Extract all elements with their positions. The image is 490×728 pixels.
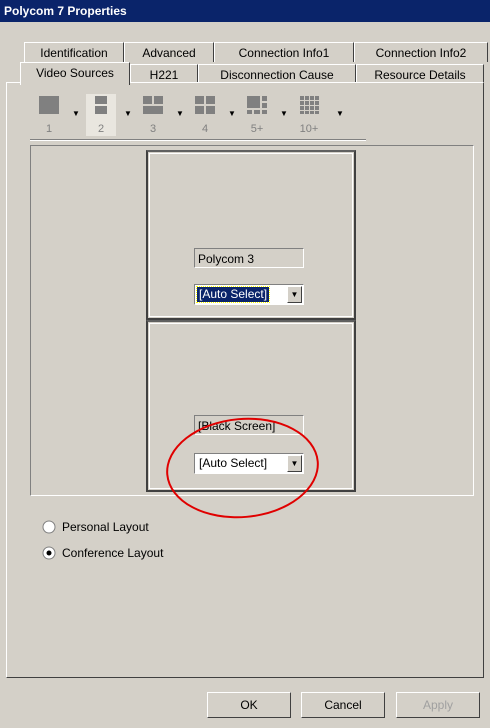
layout-2-label: 2 [97, 123, 105, 135]
layout-3-button[interactable]: 3 [138, 94, 168, 136]
layout-1-label: 1 [45, 123, 53, 135]
layout-5plus-dropdown-icon[interactable]: ▼ [280, 110, 288, 118]
layout-10plus-button[interactable]: 10+ [294, 94, 324, 136]
layout-5plus-icon [247, 96, 267, 114]
tab-connection-info1[interactable]: Connection Info1 [214, 42, 354, 62]
layout-10plus-label: 10+ [299, 123, 319, 135]
panel-1-source-select[interactable]: [Auto Select] ▼ [194, 284, 304, 305]
personal-layout-radio[interactable] [42, 520, 56, 534]
personal-layout-label[interactable]: Personal Layout [62, 520, 149, 534]
layout-2-icon [95, 96, 107, 114]
properties-dialog: Polycom 7 Properties Identification Adva… [0, 0, 490, 728]
layout-10plus-icon [300, 96, 319, 114]
tab-h221[interactable]: H221 [130, 64, 198, 84]
tab-identification[interactable]: Identification [24, 42, 124, 62]
layout-1-dropdown-icon[interactable]: ▼ [72, 110, 80, 118]
layout-2-dropdown-icon[interactable]: ▼ [124, 110, 132, 118]
toolbar-divider [30, 139, 366, 141]
tab-advanced[interactable]: Advanced [124, 42, 214, 62]
tab-connection-info2[interactable]: Connection Info2 [354, 42, 488, 62]
conference-layout-label[interactable]: Conference Layout [62, 546, 163, 560]
layout-4-button[interactable]: 4 [190, 94, 220, 136]
layout-1-button[interactable]: 1 [34, 94, 64, 136]
layout-3-dropdown-icon[interactable]: ▼ [176, 110, 184, 118]
panel-1-source-name: Polycom 3 [194, 248, 304, 268]
layout-4-icon [195, 96, 215, 114]
layout-1-icon [39, 96, 59, 114]
tab-disconnection-cause[interactable]: Disconnection Cause [198, 64, 356, 84]
layout-10plus-dropdown-icon[interactable]: ▼ [336, 110, 344, 118]
layout-4-dropdown-icon[interactable]: ▼ [228, 110, 236, 118]
layout-2-button[interactable]: 2 [86, 94, 116, 136]
cancel-button[interactable]: Cancel [301, 692, 385, 718]
layout-3-icon [143, 96, 163, 114]
conference-layout-radio[interactable] [42, 546, 56, 560]
tab-resource-details[interactable]: Resource Details [356, 64, 484, 84]
chevron-down-icon[interactable]: ▼ [287, 286, 302, 303]
layout-5plus-label: 5+ [250, 123, 264, 135]
tab-video-sources[interactable]: Video Sources [20, 62, 130, 85]
window-title: Polycom 7 Properties [0, 0, 490, 22]
panel-1-select-value: [Auto Select] [195, 286, 271, 303]
layout-3-label: 3 [149, 123, 157, 135]
apply-button[interactable]: Apply [396, 692, 480, 718]
ok-button[interactable]: OK [207, 692, 291, 718]
layout-5plus-button[interactable]: 5+ [242, 94, 272, 136]
layout-4-label: 4 [201, 123, 209, 135]
